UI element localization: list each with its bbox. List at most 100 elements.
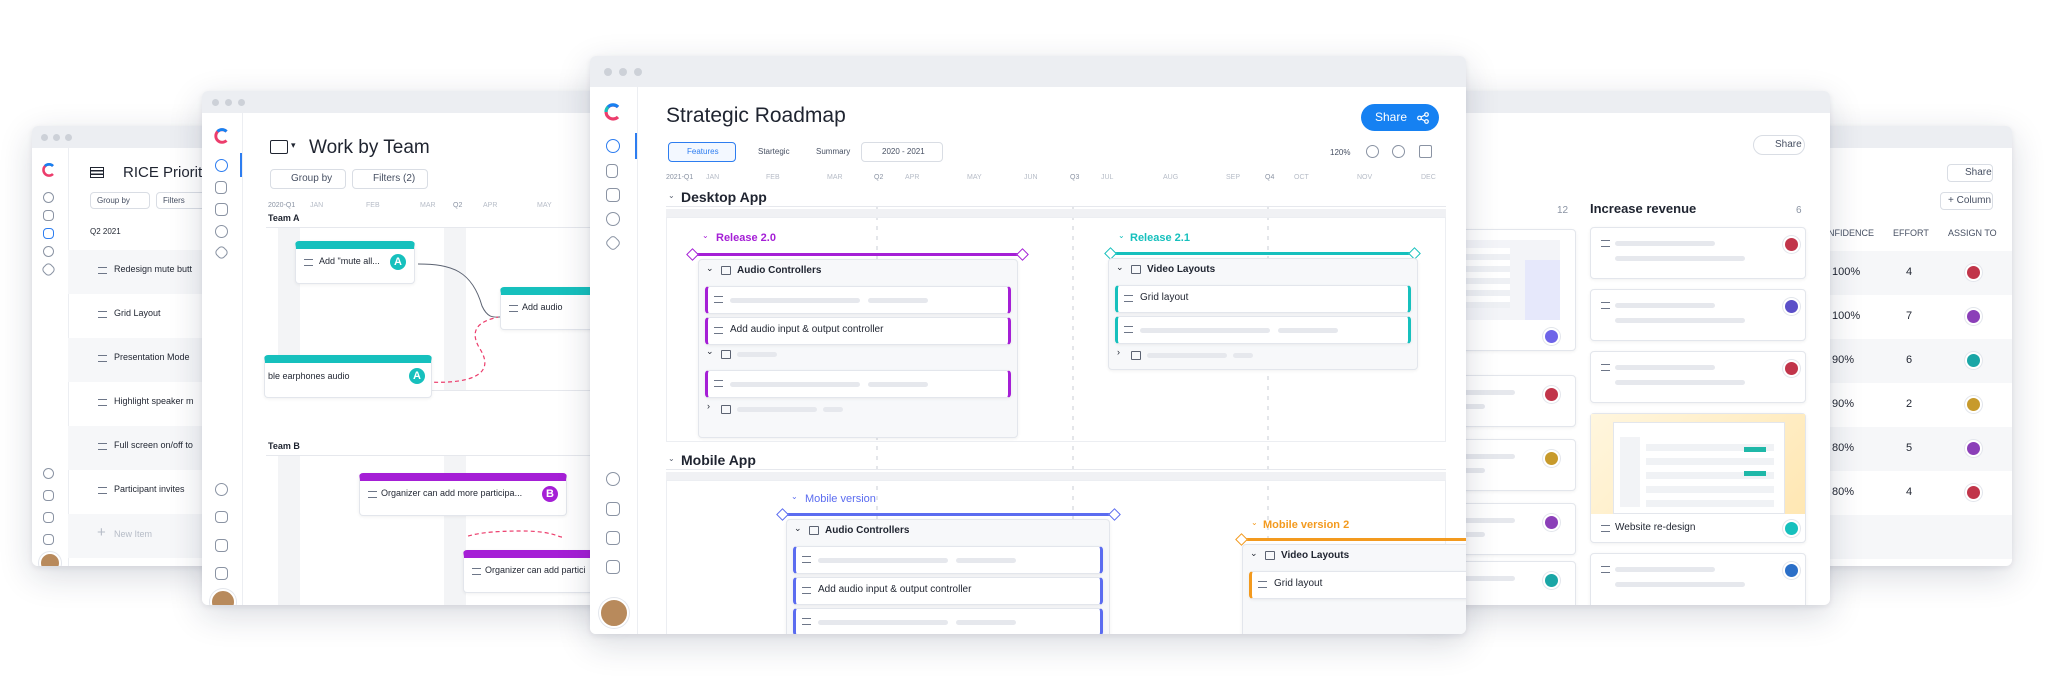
share-button[interactable]: Share	[1753, 135, 1805, 155]
feature-card[interactable]	[705, 286, 1011, 314]
release-label: Release 2.0	[716, 232, 776, 244]
avatar	[1543, 328, 1560, 345]
team-window: ▾ Work by Team Group by Filters (2) 2020…	[202, 91, 616, 605]
feature-group-card[interactable]: ⌄ Audio Controllers Add audio input & ou…	[786, 519, 1110, 634]
group-title: Video Layouts	[1147, 264, 1216, 275]
roadmap-card[interactable]: Organizer can add more participa... B	[359, 473, 567, 516]
board-card[interactable]	[1590, 289, 1806, 341]
plus-icon: +	[97, 524, 106, 541]
feature-group-card[interactable]: ⌄ Audio Controllers Add audio input & ou…	[698, 259, 1018, 438]
card-thumbnail	[1591, 414, 1805, 514]
chevron-down-icon[interactable]: ⌄	[1250, 548, 1258, 559]
section-band	[666, 472, 1446, 480]
feature-card[interactable]	[705, 370, 1011, 398]
team-badge: B	[542, 486, 558, 502]
column-count: 12	[1557, 205, 1569, 216]
confidence-value: 90%	[1832, 398, 1855, 410]
release-bar[interactable]	[782, 513, 1114, 516]
avatar	[1543, 514, 1560, 531]
effort-value: 4	[1906, 266, 1913, 278]
team-badge: A	[390, 254, 406, 270]
search-icon[interactable]	[43, 468, 54, 479]
add-column-button[interactable]: + Column	[1940, 192, 1993, 210]
release-bar[interactable]	[692, 253, 1022, 256]
folder-icon	[721, 350, 731, 359]
chat-icon[interactable]	[43, 490, 54, 501]
avatar	[1783, 298, 1800, 315]
chevron-down-icon[interactable]: ⌄	[794, 523, 802, 534]
feature-card[interactable]: Add audio input & output controller	[793, 577, 1103, 605]
section-divider	[666, 206, 1446, 207]
roadmap-icon[interactable]	[43, 192, 54, 203]
window-titlebar	[1420, 91, 1830, 113]
group-title: Audio Controllers	[825, 525, 910, 536]
avatar	[1783, 236, 1800, 253]
user-avatar[interactable]	[39, 552, 61, 566]
release-bar[interactable]	[1241, 538, 1466, 541]
team-b-label: Team B	[268, 441, 300, 451]
chevron-down-icon[interactable]: ⌄	[1116, 262, 1124, 273]
chevron-down-icon[interactable]: ⌄	[791, 492, 798, 501]
chevron-down-icon[interactable]: ⌄	[668, 191, 675, 200]
chevron-down-icon[interactable]: ⌄	[1251, 518, 1258, 527]
board-card[interactable]	[1590, 351, 1806, 403]
folder-icon	[809, 526, 819, 535]
chevron-right-icon[interactable]: ›	[1117, 347, 1120, 357]
column-header-assign: ASSIGN TO	[1948, 228, 1997, 238]
section-divider	[666, 469, 1446, 470]
folder-icon	[721, 266, 731, 275]
column-count: 6	[1796, 205, 1802, 216]
board-card[interactable]	[1590, 227, 1806, 279]
release-bar[interactable]	[1110, 252, 1414, 255]
avatar	[1965, 308, 1982, 325]
section-label: Q2 2021	[90, 227, 121, 236]
chevron-down-icon[interactable]: ⌄	[706, 346, 714, 357]
feature-card[interactable]	[1115, 316, 1411, 344]
section-title-mobile: Mobile App	[681, 452, 756, 468]
document-icon[interactable]	[43, 210, 54, 221]
feature-group-card[interactable]: ⌄ Video Layouts Grid layout ›	[1108, 258, 1418, 370]
avatar	[1783, 562, 1800, 579]
sidebar	[32, 148, 69, 566]
chevron-down-icon[interactable]: ⌄	[702, 231, 709, 240]
chevron-down-icon[interactable]: ⌄	[1118, 231, 1125, 240]
group-by-button[interactable]: Group by	[90, 192, 150, 209]
column-header-confidence: NFIDENCE	[1828, 228, 1875, 238]
feature-card[interactable]: Add audio input & output controller	[705, 317, 1011, 345]
star-icon[interactable]	[40, 261, 57, 278]
column-title: Increase revenue	[1590, 201, 1697, 216]
main-window: Strategic Roadmap Share Features Starteg…	[590, 56, 1466, 634]
roadmap-card[interactable]: ble earphones audio A	[264, 355, 432, 398]
column-header-effort: EFFORT	[1893, 228, 1929, 238]
avatar	[1965, 484, 1982, 501]
board-window: Share 12 Increase revenue 6 Website re-d…	[1420, 91, 1830, 605]
page-title: RICE Priorit	[123, 164, 203, 181]
avatar	[1543, 386, 1560, 403]
section-band	[666, 209, 1446, 217]
avatar	[1783, 520, 1800, 537]
card-label: Website re-design	[1615, 522, 1696, 533]
confidence-value: 80%	[1832, 486, 1855, 498]
feature-card[interactable]	[793, 608, 1103, 634]
board-card-website-redesign[interactable]: Website re-design	[1590, 413, 1806, 543]
effort-value: 5	[1906, 442, 1913, 454]
avatar	[1965, 396, 1982, 413]
feature-card[interactable]: Grid layout	[1115, 285, 1411, 313]
chevron-down-icon[interactable]: ⌄	[706, 263, 714, 274]
help-icon[interactable]	[43, 534, 54, 545]
chevron-down-icon[interactable]: ⌄	[668, 454, 675, 463]
compass-icon[interactable]	[43, 246, 54, 257]
roadmap-card[interactable]: Add "mute all... A	[295, 241, 415, 284]
folder-icon	[1131, 351, 1141, 360]
table-icon[interactable]	[90, 167, 104, 178]
team-icon[interactable]	[43, 228, 54, 239]
feature-card[interactable]	[793, 546, 1103, 574]
board-card[interactable]	[1590, 553, 1806, 605]
add-user-icon[interactable]	[43, 512, 54, 523]
feature-group-card[interactable]: ⌄ Video Layouts Grid layout	[1242, 544, 1466, 634]
folder-icon	[1131, 265, 1141, 274]
chevron-right-icon[interactable]: ›	[707, 401, 710, 411]
share-button[interactable]: Share	[1947, 164, 1993, 182]
effort-value: 7	[1906, 310, 1913, 322]
feature-card[interactable]: Grid layout	[1249, 571, 1466, 599]
